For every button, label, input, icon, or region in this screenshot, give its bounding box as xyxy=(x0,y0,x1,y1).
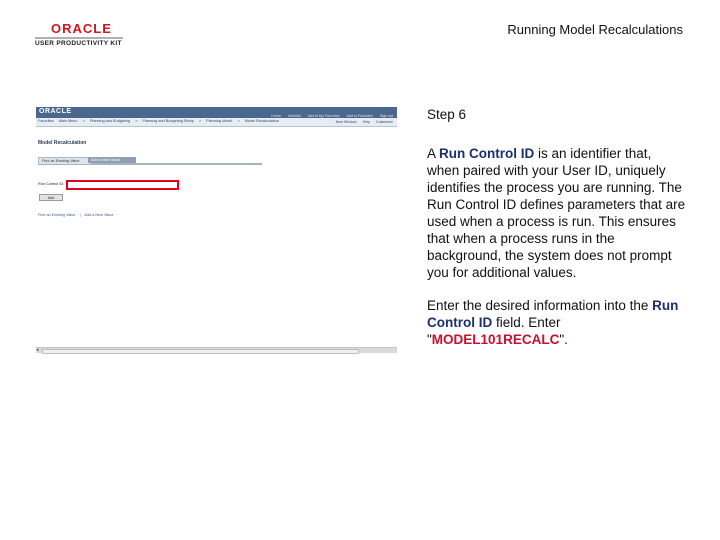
tab-find-existing-value[interactable]: Find an Existing Value xyxy=(38,157,92,164)
p2-post: ". xyxy=(559,332,568,347)
crumb-setup[interactable]: Planning and Budgeting Setup xyxy=(143,119,194,123)
crumb-sep: > xyxy=(198,119,202,123)
instruction-paragraph-1: A Run Control ID is an identifier that, … xyxy=(427,145,687,281)
page-title: Model Recalculation xyxy=(38,140,87,146)
app-logo: ORACLE xyxy=(39,108,72,115)
tab-strip: Find an Existing Value Add a New Value xyxy=(38,157,262,165)
crumb-main-menu[interactable]: Main Menu xyxy=(59,119,78,123)
crumb-favorites[interactable]: Favorites xyxy=(38,119,54,123)
crumb-sep: > xyxy=(237,119,240,123)
crumb-planning-budgeting[interactable]: Planning and Budgeting xyxy=(90,119,130,123)
step-number: Step 6 xyxy=(427,107,467,122)
application-screenshot: ORACLE Home Worklist Add to My Favorites… xyxy=(36,107,397,355)
document-title: Running Model Recalculations xyxy=(507,22,683,37)
run-control-id-label: Run Control ID: xyxy=(38,182,65,186)
crumb-sep: > xyxy=(135,119,138,123)
bottom-links: Find an Existing Value | Add a New Value xyxy=(38,213,116,217)
customize-link[interactable]: Customize xyxy=(376,120,393,124)
p1-post: is an identifier that, when paired with … xyxy=(427,146,686,280)
brand-subtitle: USER PRODUCTIVITY KIT xyxy=(35,40,122,47)
find-existing-value-link[interactable]: Find an Existing Value xyxy=(38,213,76,217)
crumb-model-recalculation[interactable]: Model Recalculation xyxy=(245,119,279,123)
run-control-id-input[interactable] xyxy=(66,180,179,190)
toolbar-links: New Window Help Customize xyxy=(331,120,393,124)
link-separator: | xyxy=(79,213,81,217)
help-link[interactable]: Help xyxy=(363,120,370,124)
oracle-upk-logo: ORACLE USER PRODUCTIVITY KIT xyxy=(35,22,125,48)
new-window-link[interactable]: New Window xyxy=(336,120,357,124)
logo-divider xyxy=(35,37,123,39)
crumb-planning-model[interactable]: Planning Model xyxy=(206,119,232,123)
add-button[interactable]: Add xyxy=(39,194,63,201)
scroll-left-arrow-icon[interactable]: ◂ xyxy=(36,348,39,353)
p2-value: MODEL101RECALC xyxy=(431,332,560,347)
p1-keyword: Run Control ID xyxy=(439,146,535,161)
app-header-bar: ORACLE Home Worklist Add to My Favorites… xyxy=(36,107,397,118)
crumb-sep: > xyxy=(82,119,85,123)
instruction-pane: Step 6 A Run Control ID is an identifier… xyxy=(427,106,687,364)
menu-breadcrumb-bar: Favorites Main Menu > Planning and Budge… xyxy=(36,118,397,127)
p2-pre: Enter the desired information into the xyxy=(427,298,653,313)
scrollbar-thumb[interactable] xyxy=(42,349,359,354)
add-new-value-link[interactable]: Add a New Value xyxy=(84,213,113,217)
instruction-paragraph-2: Enter the desired information into the R… xyxy=(427,297,687,348)
tab-add-new-value[interactable]: Add a New Value xyxy=(88,157,136,163)
horizontal-scrollbar[interactable]: ◂ xyxy=(36,347,397,354)
brand-name: ORACLE xyxy=(51,21,112,36)
breadcrumb: Favorites Main Menu > Planning and Budge… xyxy=(38,119,283,123)
p1-pre: A xyxy=(427,146,440,161)
